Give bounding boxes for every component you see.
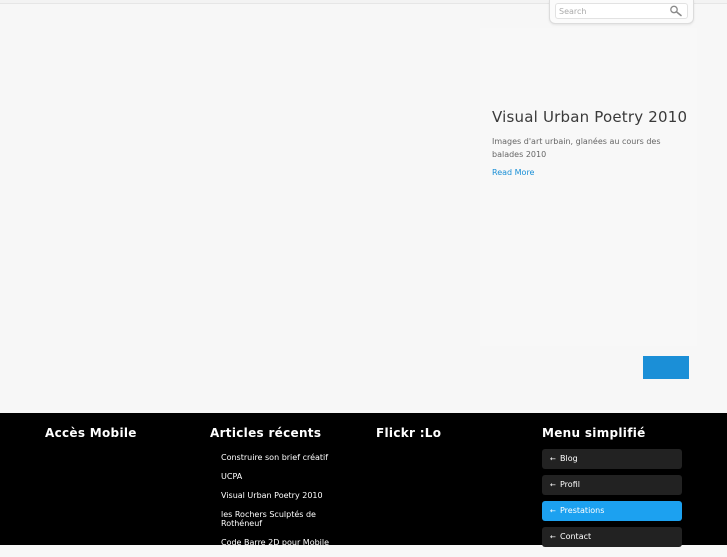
menu-item-label: Contact: [560, 532, 592, 541]
simple-menu: ← Blog ← Profil ← Prestations ← Contact: [542, 449, 682, 553]
recent-article-link[interactable]: Construire son brief créatif: [221, 453, 351, 462]
menu-item-label: Blog: [560, 454, 578, 463]
arrow-left-icon: ←: [550, 507, 556, 515]
search-icon[interactable]: [669, 5, 683, 17]
menu-item-blog[interactable]: ← Blog: [542, 449, 682, 469]
search-box: [549, 0, 694, 24]
footer-heading-flickr: Flickr :Lo: [376, 426, 442, 440]
footer-heading-mobile: Accès Mobile: [45, 426, 137, 440]
menu-item-label: Profil: [560, 480, 580, 489]
read-more-link[interactable]: Read More: [492, 168, 534, 177]
slider-nav-button[interactable]: [643, 356, 689, 379]
arrow-left-icon: ←: [550, 481, 556, 489]
recent-articles-list: Construire son brief créatif UCPA Visual…: [221, 453, 351, 557]
featured-post-panel: [480, 28, 697, 346]
arrow-left-icon: ←: [550, 455, 556, 463]
arrow-left-icon: ←: [550, 533, 556, 541]
footer-heading-recent: Articles récents: [210, 426, 322, 440]
recent-article-link[interactable]: les Rochers Sculptés de Rothéneuf: [221, 510, 351, 528]
menu-item-prestations[interactable]: ← Prestations: [542, 501, 682, 521]
recent-article-link[interactable]: Visual Urban Poetry 2010: [221, 491, 351, 500]
recent-article-link[interactable]: Code Barre 2D pour Mobile: [221, 538, 351, 547]
menu-item-contact[interactable]: ← Contact: [542, 527, 682, 547]
menu-item-label: Prestations: [560, 506, 605, 515]
featured-post-description: Images d'art urbain, glanées au cours de…: [492, 137, 661, 159]
recent-article-link[interactable]: UCPA: [221, 472, 351, 481]
menu-item-profil[interactable]: ← Profil: [542, 475, 682, 495]
featured-post-title: Visual Urban Poetry 2010: [492, 108, 688, 126]
footer-heading-menu: Menu simplifié: [542, 426, 646, 440]
